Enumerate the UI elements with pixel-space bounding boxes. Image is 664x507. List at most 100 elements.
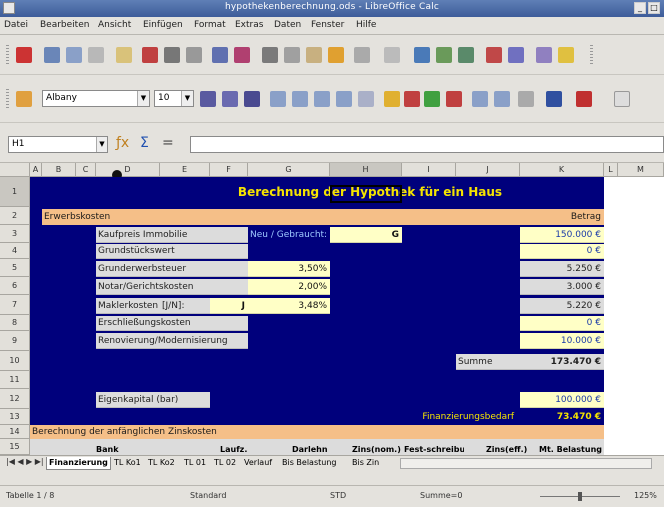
add-decimal-icon[interactable] [424,91,440,107]
maximize-button[interactable]: □ [648,2,660,14]
row-header-9[interactable]: 9 [0,331,30,351]
formula-equals-icon[interactable]: = [162,135,174,151]
label-finanzierungsbedarf[interactable]: Finanzierungsbedarf [396,410,520,425]
name-box[interactable]: H1 ▼ [8,136,108,153]
label-eigenkapital[interactable]: Eigenkapital (bar) [96,392,210,408]
toolbar-end-grip[interactable] [590,45,593,65]
column-header-j[interactable]: J [456,163,520,177]
amount-renovierung[interactable]: 10.000 € [520,333,604,349]
copy-icon[interactable] [284,47,300,63]
export-pdf-icon[interactable] [142,47,158,63]
betrag-header[interactable]: Betrag [520,209,604,225]
open-icon[interactable] [44,47,60,63]
label-grunderwerb[interactable]: Grunderwerbsteuer [96,261,248,277]
spellcheck-icon[interactable] [212,47,228,63]
column-header-m[interactable]: M [618,163,664,177]
menu-daten[interactable]: Daten [274,20,301,30]
tab-tl-02[interactable]: TL 02 [212,457,238,470]
label-erschliessung[interactable]: Erschließungskosten [96,316,248,331]
find-replace-icon[interactable] [536,47,552,63]
minimize-button[interactable]: _ [634,2,646,14]
paste-icon[interactable] [306,47,322,63]
column-header-c[interactable]: C [76,163,96,177]
hyperlink-icon[interactable] [414,47,430,63]
label-kaufpreis[interactable]: Kaufpreis Immobilie [96,227,248,243]
column-header-b[interactable]: B [42,163,76,177]
chart-icon[interactable] [486,47,502,63]
zins-header-festschreibung[interactable]: Fest-schreibung [404,445,464,455]
tab-tl-ko1[interactable]: TL Ko1 [112,457,143,470]
row-header-12[interactable]: 12 [0,389,30,409]
zoom-slider-handle[interactable] [578,492,582,501]
undo-icon[interactable] [354,47,370,63]
row-header-15[interactable]: 15 [0,439,30,455]
toggle-grid-icon[interactable] [614,91,630,107]
column-header-i[interactable]: I [402,163,456,177]
tab-bis-zin[interactable]: Bis Zin [350,457,381,470]
print-icon[interactable] [164,47,180,63]
merge-cells-icon[interactable] [358,91,374,107]
sort-ascending-icon[interactable] [436,47,452,63]
font-size-combo[interactable]: 10 ▼ [154,90,194,107]
menu-extras[interactable]: Extras [235,20,263,30]
zins-header-zins-eff[interactable]: Zins(eff.) [486,445,536,455]
justify-icon[interactable] [336,91,352,107]
column-header-h[interactable]: H [330,163,402,177]
navigator-icon[interactable] [558,47,574,63]
selected-cell-h1[interactable] [330,185,402,203]
percent-makler[interactable]: 3,48% [248,298,330,314]
save-icon[interactable] [66,47,82,63]
formula-input[interactable] [190,136,664,153]
amount-notar[interactable]: 3.000 € [520,279,604,295]
tab-tl-ko2[interactable]: TL Ko2 [146,457,177,470]
horizontal-scrollbar[interactable] [400,458,652,469]
align-right-icon[interactable] [314,91,330,107]
borders-icon[interactable] [518,91,534,107]
zins-header-zins-nom[interactable]: Zins(nom.) [352,445,410,455]
styles-icon[interactable] [16,91,32,107]
align-left-icon[interactable] [270,91,286,107]
column-header-a[interactable]: A [30,163,42,177]
percent-format-icon[interactable] [404,91,420,107]
row-header-2[interactable]: 2 [0,207,30,225]
row-header-11[interactable]: 11 [0,371,30,389]
amount-grunderwerb[interactable]: 5.250 € [520,261,604,277]
row-header-1[interactable]: 1 [0,177,30,207]
row-header-5[interactable]: 5 [0,259,30,277]
zins-header-laufzeit[interactable]: Laufz. [220,445,260,455]
row-header-3[interactable]: 3 [0,225,30,243]
menu-fenster[interactable]: Fenster [311,20,344,30]
toolbar-grip[interactable] [6,45,9,65]
tab-scroll-buttons[interactable]: |◀ ◀ ▶ ▶| [6,457,44,466]
amount-grundstueck[interactable]: 0 € [520,244,604,259]
column-header-e[interactable]: E [160,163,210,177]
spreadsheet-grid[interactable]: A B C D E F G H I J K L M 1 2 3 4 5 6 7 … [0,163,664,455]
zins-header-bank[interactable]: Bank [96,445,160,455]
row-header-6[interactable]: 6 [0,277,30,295]
bold-icon[interactable] [200,91,216,107]
column-header-l[interactable]: L [604,163,618,177]
select-all-corner[interactable] [0,163,30,177]
amount-makler[interactable]: 5.220 € [520,298,604,314]
menu-format[interactable]: Format [194,20,226,30]
menu-bearbeiten[interactable]: Bearbeiten [40,20,89,30]
sum-icon[interactable]: Σ [140,135,149,151]
amount-summe[interactable]: 173.470 € [520,354,604,370]
font-name-combo[interactable]: Albany ▼ [42,90,150,107]
label-grundstueck[interactable]: Grundstückswert [96,244,248,259]
draw-functions-icon[interactable] [508,47,524,63]
print-preview-icon[interactable] [186,47,202,63]
row-header-4[interactable]: 4 [0,243,30,259]
amount-erschliessung[interactable]: 0 € [520,316,604,331]
status-zoom[interactable]: 125% [634,491,657,500]
tab-tl-01[interactable]: TL 01 [182,457,208,470]
label-makler[interactable]: Maklerkosten [96,298,160,314]
delete-decimal-icon[interactable] [446,91,462,107]
column-header-f[interactable]: F [210,163,248,177]
underline-icon[interactable] [244,91,260,107]
status-selection-mode[interactable]: STD [330,491,346,500]
label-makler-jn[interactable]: [J/N]: [160,298,210,314]
tab-bis-belastung[interactable]: Bis Belastung [280,457,338,470]
chevron-down-icon[interactable]: ▼ [96,137,107,152]
amount-finanzierungsbedarf[interactable]: 73.470 € [520,410,604,425]
